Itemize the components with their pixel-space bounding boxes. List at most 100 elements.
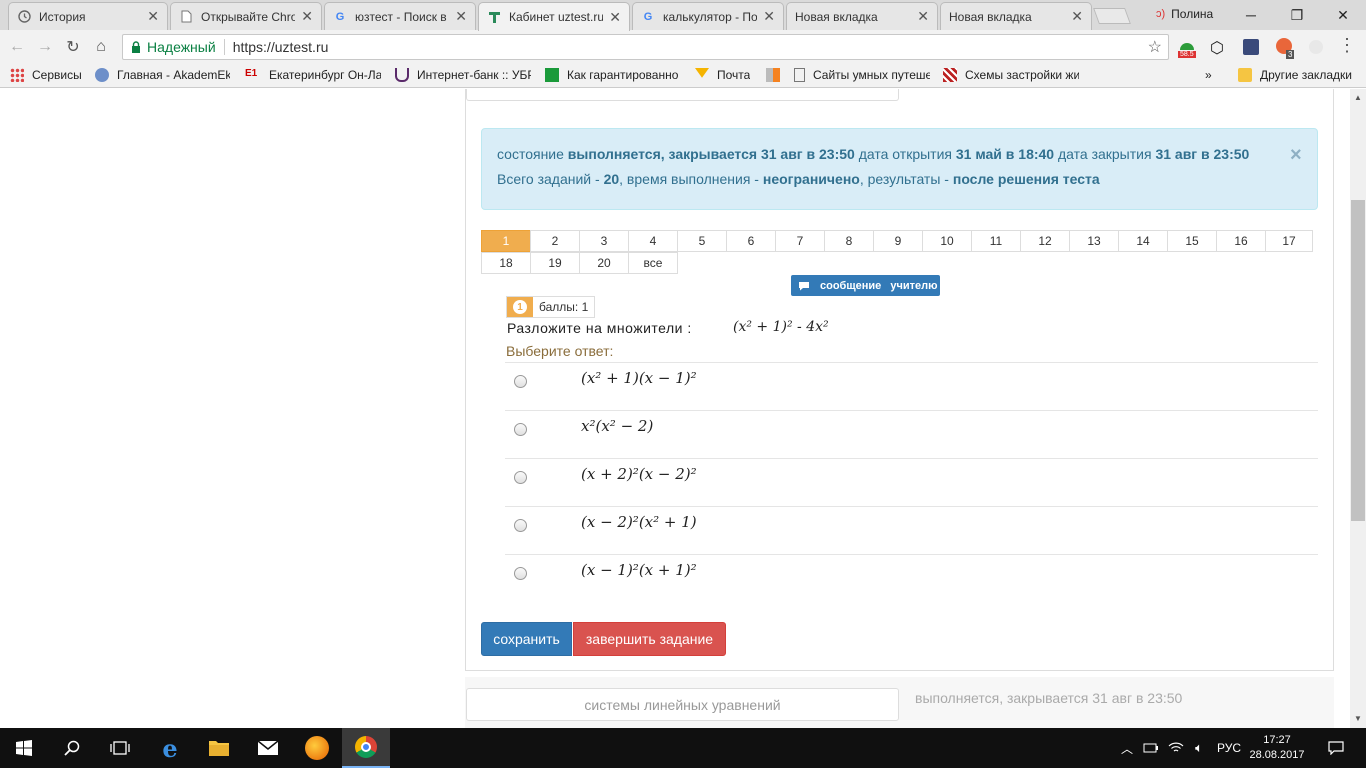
close-icon[interactable]: ✕ bbox=[917, 8, 929, 25]
scrollbar-thumb[interactable] bbox=[1351, 200, 1365, 521]
tab-search-uztest[interactable]: G юзтест - Поиск в ✕ bbox=[324, 2, 476, 30]
notification-extension-icon[interactable]: 3 bbox=[1276, 38, 1295, 59]
back-button[interactable]: ← bbox=[6, 36, 28, 58]
bookmark-akademek[interactable]: Главная - AkademEk bbox=[95, 68, 230, 82]
close-icon[interactable]: ✕ bbox=[763, 8, 775, 25]
tab-new-1[interactable]: Новая вкладка ✕ bbox=[786, 2, 938, 30]
battery-icon[interactable] bbox=[1142, 728, 1160, 768]
bookmark-guaranteed[interactable]: Как гарантированно bbox=[545, 68, 681, 82]
search-button[interactable] bbox=[48, 728, 96, 768]
question-nav-item[interactable]: 4 bbox=[628, 230, 678, 252]
question-nav-item[interactable]: 1 bbox=[481, 230, 531, 252]
question-nav-item[interactable]: 3 bbox=[579, 230, 629, 252]
explorer-button[interactable] bbox=[195, 728, 243, 768]
close-window-button[interactable]: ✕ bbox=[1320, 0, 1366, 30]
new-tab-button[interactable] bbox=[1093, 8, 1131, 24]
question-nav-item[interactable]: все bbox=[628, 252, 678, 274]
show-hidden-icons-chevron-icon[interactable]: ︿ bbox=[1118, 728, 1136, 768]
chrome-button[interactable] bbox=[342, 728, 390, 768]
answer-radio[interactable] bbox=[514, 375, 527, 388]
other-bookmarks[interactable]: Другие закладки bbox=[1238, 68, 1352, 82]
question-nav-item[interactable]: 13 bbox=[1069, 230, 1119, 252]
scroll-down-arrow-icon[interactable]: ▼ bbox=[1354, 714, 1362, 723]
answer-option[interactable]: (x − 1)²(x + 1)² bbox=[505, 554, 1318, 602]
question-nav-item[interactable]: 5 bbox=[677, 230, 727, 252]
firefox-button[interactable] bbox=[293, 728, 341, 768]
reload-button[interactable]: ↻ bbox=[62, 36, 84, 58]
question-nav-item[interactable]: 6 bbox=[726, 230, 776, 252]
volume-icon[interactable]: 🔈︎ bbox=[1189, 728, 1209, 768]
answer-radio[interactable] bbox=[514, 567, 527, 580]
e1-logo-icon: E1 bbox=[245, 68, 258, 79]
answer-option[interactable]: (x − 2)²(x² + 1) bbox=[505, 506, 1318, 554]
question-nav-item[interactable]: 10 bbox=[922, 230, 972, 252]
answer-radio[interactable] bbox=[514, 423, 527, 436]
tab-chrome-info[interactable]: Открывайте Chrome ✕ bbox=[170, 2, 322, 30]
wifi-icon[interactable] bbox=[1166, 728, 1186, 768]
question-nav-item[interactable]: 2 bbox=[530, 230, 580, 252]
close-icon[interactable]: ✕ bbox=[455, 8, 467, 25]
close-icon[interactable]: ✕ bbox=[1071, 8, 1083, 25]
bookmark-mail[interactable]: Почта bbox=[695, 68, 750, 82]
alert-close-icon[interactable]: × bbox=[1290, 143, 1302, 168]
page-scrollbar[interactable]: ▲ ▼ bbox=[1350, 89, 1366, 728]
bookmark-schemes[interactable]: Схемы застройки жи bbox=[943, 68, 1079, 82]
next-test-title[interactable]: системы линейных уравнений bbox=[466, 688, 899, 721]
message-teacher-button[interactable]: сообщение учителю bbox=[791, 275, 940, 296]
disabled-extension-icon[interactable] bbox=[1309, 40, 1323, 54]
scroll-up-arrow-icon[interactable]: ▲ bbox=[1354, 93, 1362, 102]
answer-option[interactable]: x²(x² − 2) bbox=[505, 410, 1318, 458]
save-button[interactable]: сохранить bbox=[481, 622, 572, 656]
clock[interactable]: 17:27 28.08.2017 bbox=[1246, 728, 1308, 768]
close-icon[interactable]: ✕ bbox=[301, 8, 313, 25]
url-text[interactable]: https://uztest.ru bbox=[233, 39, 329, 55]
mail-button[interactable] bbox=[244, 728, 292, 768]
question-nav-item[interactable]: 11 bbox=[971, 230, 1021, 252]
bookmark-apps[interactable]: Сервисы bbox=[10, 68, 82, 82]
question-nav-item[interactable]: 18 bbox=[481, 252, 531, 274]
bookmark-travel[interactable]: Сайты умных путеше bbox=[794, 68, 930, 82]
bookmark-star-icon[interactable]: ☆ bbox=[1148, 37, 1162, 57]
tab-history[interactable]: История ✕ bbox=[8, 2, 168, 30]
question-nav-item[interactable]: 9 bbox=[873, 230, 923, 252]
cube-extension-icon[interactable]: ⬡ bbox=[1210, 38, 1224, 58]
more-bookmarks-button[interactable]: » bbox=[1205, 68, 1212, 82]
question-nav-item[interactable]: 8 bbox=[824, 230, 874, 252]
answer-radio[interactable] bbox=[514, 471, 527, 484]
question-nav-item[interactable]: 15 bbox=[1167, 230, 1217, 252]
question-nav-item[interactable]: 7 bbox=[775, 230, 825, 252]
tab-calculator[interactable]: G калькулятор - По ✕ bbox=[632, 2, 784, 30]
start-button[interactable] bbox=[0, 728, 48, 768]
menu-icon[interactable]: ⋮ bbox=[1338, 36, 1356, 54]
bookmark-orange[interactable] bbox=[766, 68, 788, 82]
answer-option[interactable]: (x² + 1)(x − 1)² bbox=[505, 362, 1318, 410]
question-nav-item[interactable]: 12 bbox=[1020, 230, 1070, 252]
question-nav-item[interactable]: 19 bbox=[530, 252, 580, 274]
bookmark-e1[interactable]: E1 Екатеринбург Он-Ла bbox=[245, 68, 381, 82]
answer-option[interactable]: (x + 2)²(x − 2)² bbox=[505, 458, 1318, 506]
profile-button[interactable]: ↄ) Полина bbox=[1156, 7, 1213, 21]
tab-uztest-cabinet[interactable]: Кабинет uztest.ru ✕ bbox=[478, 2, 630, 31]
answer-radio[interactable] bbox=[514, 519, 527, 532]
tab-new-2[interactable]: Новая вкладка ✕ bbox=[940, 2, 1092, 30]
question-nav-item[interactable]: 14 bbox=[1118, 230, 1168, 252]
task-view-button[interactable] bbox=[96, 728, 144, 768]
forward-button[interactable]: → bbox=[34, 36, 56, 58]
question-nav-item[interactable]: 17 bbox=[1265, 230, 1313, 252]
media-extension-icon[interactable] bbox=[1243, 39, 1259, 55]
home-button[interactable]: ⌂ bbox=[90, 36, 112, 58]
bookmark-ubrr[interactable]: Интернет-банк :: УБР bbox=[395, 68, 531, 82]
question-nav-item[interactable]: 20 bbox=[579, 252, 629, 274]
action-center-button[interactable] bbox=[1318, 728, 1354, 768]
minimize-button[interactable]: ─ bbox=[1228, 0, 1274, 30]
finish-button[interactable]: завершить задание bbox=[573, 622, 726, 656]
close-icon[interactable]: ✕ bbox=[609, 9, 621, 26]
close-icon[interactable]: ✕ bbox=[147, 8, 159, 25]
question-nav-item[interactable]: 16 bbox=[1216, 230, 1266, 252]
green-square-icon bbox=[545, 68, 559, 82]
extension-speed-icon[interactable]: 58.5 bbox=[1178, 38, 1198, 60]
address-bar[interactable]: Надежный https://uztest.ru ☆ bbox=[122, 34, 1169, 60]
edge-button[interactable]: e bbox=[146, 728, 194, 768]
restore-button[interactable]: ❐ bbox=[1274, 0, 1320, 30]
input-language[interactable]: РУС bbox=[1214, 728, 1244, 768]
